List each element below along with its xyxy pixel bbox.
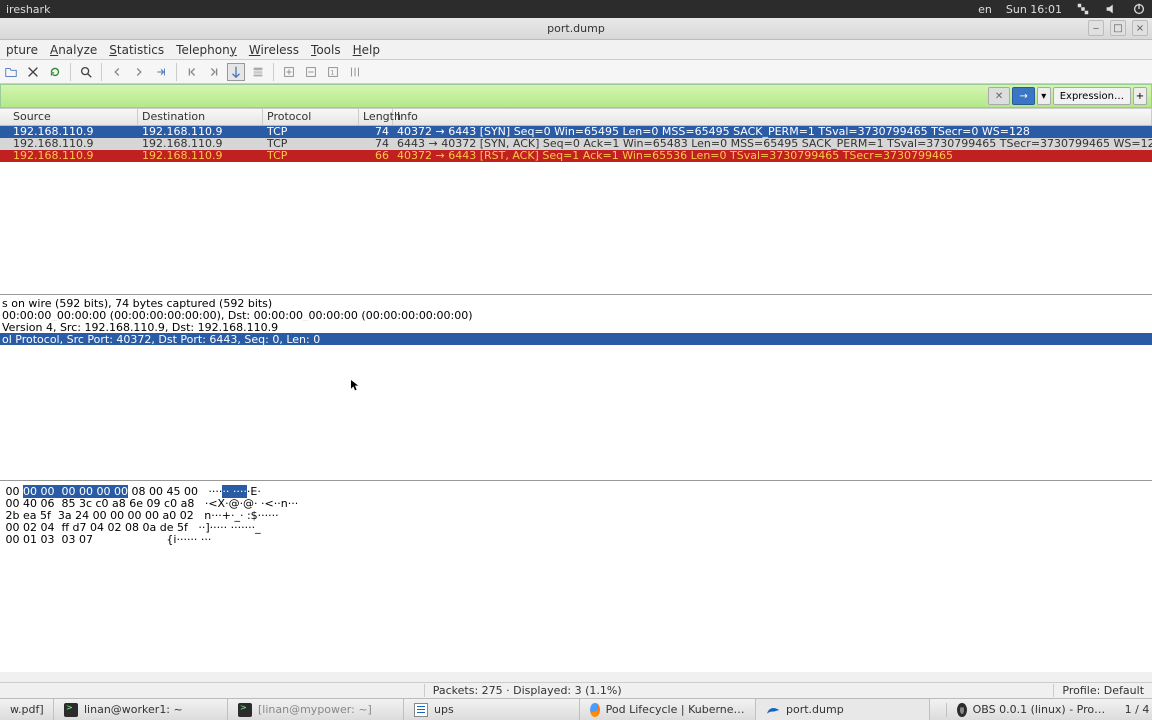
status-packets: Packets: 275 · Displayed: 3 (1.1%)	[424, 684, 630, 697]
menubar: pture Analyze Statistics Telephony Wirel…	[0, 40, 1152, 60]
taskbar-label: port.dump	[786, 703, 844, 716]
hex-line[interactable]: 00 01 03 03 07 {i······ ···	[2, 533, 1150, 545]
toolbar-colorize-button[interactable]	[249, 63, 267, 81]
col-protocol[interactable]: Protocol	[263, 109, 359, 125]
menu-tools[interactable]: Tools	[305, 43, 347, 57]
power-icon[interactable]	[1132, 2, 1146, 16]
toolbar-close-button[interactable]	[24, 63, 42, 81]
taskbar-label: linan@worker1: ~	[84, 703, 183, 716]
toolbar-go-to-button[interactable]	[152, 63, 170, 81]
taskbar-item[interactable]: ups	[404, 699, 580, 720]
taskbar-item[interactable]: port.dump	[756, 699, 930, 720]
window-close-button[interactable]: ×	[1132, 20, 1148, 36]
network-icon[interactable]	[1076, 2, 1090, 16]
hex-line[interactable]: 00 40 06 85 3c c0 a8 6e 09 c0 a8 ·<X·@·@…	[2, 497, 1150, 509]
topbar-lang[interactable]: en	[978, 3, 992, 16]
wireshark-icon	[766, 703, 780, 717]
volume-icon[interactable]	[1104, 2, 1118, 16]
firefox-icon	[590, 703, 600, 717]
hex-line[interactable]: 00 02 04 ff d7 04 02 08 0a de 5f ··]····…	[2, 521, 1150, 533]
expression-button[interactable]: Expression…	[1053, 87, 1131, 105]
obs-icon	[957, 703, 967, 717]
menu-statistics[interactable]: Statistics	[103, 43, 170, 57]
menu-help[interactable]: Help	[347, 43, 386, 57]
packet-bytes-pane[interactable]: 00 00 00 00 00 00 00 08 00 45 00 ······ …	[0, 480, 1152, 672]
apply-filter-button[interactable]: →	[1012, 87, 1034, 105]
col-info[interactable]: Info	[393, 109, 1152, 125]
taskbar-item[interactable]: w.pdf]	[0, 699, 54, 720]
text-file-icon	[414, 703, 428, 717]
menu-analyze[interactable]: Analyze	[44, 43, 103, 57]
toolbar-reload-button[interactable]	[46, 63, 64, 81]
menu-wireless[interactable]: Wireless	[243, 43, 305, 57]
toolbar-autoscroll-button[interactable]	[227, 63, 245, 81]
detail-line-selected[interactable]: ol Protocol, Src Port: 40372, Dst Port: …	[0, 333, 1152, 345]
toolbar-zoom-in-button[interactable]	[280, 63, 298, 81]
packet-row[interactable]: 192.168.110.9 192.168.110.9 TCP 74 40372…	[0, 126, 1152, 138]
status-profile[interactable]: Profile: Default	[1053, 684, 1152, 697]
topbar-app-name[interactable]: ireshark	[6, 3, 50, 16]
detail-line[interactable]: s on wire (592 bits), 74 bytes captured …	[0, 297, 1152, 309]
toolbar-resize-cols-button[interactable]	[346, 63, 364, 81]
col-length[interactable]: Length	[359, 109, 393, 125]
mouse-cursor-icon	[351, 380, 359, 392]
window-title: port.dump	[0, 22, 1152, 35]
terminal-icon	[64, 703, 78, 717]
toolbar-zoom-reset-button[interactable]: 1	[324, 63, 342, 81]
packet-list-header: Source Destination Protocol Length Info	[0, 108, 1152, 126]
hex-line[interactable]: 2b ea 5f 3a 24 00 00 00 00 a0 02 n···+·_…	[2, 509, 1150, 521]
display-filter-input[interactable]	[1, 85, 988, 107]
detail-line[interactable]: 00:00:00_00:00:00 (00:00:00:00:00:00), D…	[0, 309, 1152, 321]
col-destination[interactable]: Destination	[138, 109, 263, 125]
taskbar-item[interactable]: OBS 0.0.1 (linux) - Profile: Untitled …	[946, 703, 1122, 717]
packet-list[interactable]: 192.168.110.9 192.168.110.9 TCP 74 40372…	[0, 126, 1152, 294]
filter-history-dropdown[interactable]: ▾	[1037, 87, 1051, 105]
toolbar-open-button[interactable]	[2, 63, 20, 81]
taskbar-label: [linan@mypower: ~]	[258, 703, 372, 716]
taskbar-item[interactable]: linan@worker1: ~	[54, 699, 228, 720]
status-bar: Packets: 275 · Displayed: 3 (1.1%) Profi…	[0, 682, 1152, 698]
window-titlebar: port.dump ‒ □ ×	[0, 18, 1152, 40]
toolbar-last-button[interactable]	[205, 63, 223, 81]
packet-row[interactable]: 192.168.110.9 192.168.110.9 TCP 66 40372…	[0, 150, 1152, 162]
add-filter-button[interactable]: +	[1133, 87, 1147, 105]
detail-line[interactable]: Version 4, Src: 192.168.110.9, Dst: 192.…	[0, 321, 1152, 333]
svg-text:1: 1	[330, 69, 334, 76]
window-maximize-button[interactable]: □	[1110, 20, 1126, 36]
taskbar-item[interactable]: [linan@mypower: ~]	[228, 699, 404, 720]
menu-telephony[interactable]: Telephony	[170, 43, 243, 57]
toolbar-zoom-out-button[interactable]	[302, 63, 320, 81]
topbar-clock[interactable]: Sun 16:01	[1006, 3, 1062, 16]
terminal-icon	[238, 703, 252, 717]
workspace-indicator[interactable]: 1 / 4	[1122, 703, 1152, 716]
taskbar-label: ups	[434, 703, 454, 716]
toolbar-go-back-button[interactable]	[108, 63, 126, 81]
menu-capture[interactable]: pture	[0, 43, 44, 57]
taskbar-label: Pod Lifecycle | Kubernetes — Mozil…	[606, 703, 745, 716]
window-minimize-button[interactable]: ‒	[1088, 20, 1104, 36]
main-toolbar: 1	[0, 60, 1152, 84]
packet-row[interactable]: 192.168.110.9 192.168.110.9 TCP 74 6443 …	[0, 138, 1152, 150]
toolbar-go-forward-button[interactable]	[130, 63, 148, 81]
toolbar-first-button[interactable]	[183, 63, 201, 81]
hex-line[interactable]: 00 00 00 00 00 00 00 08 00 45 00 ······ …	[2, 485, 1150, 497]
taskbar-label: w.pdf]	[10, 703, 44, 716]
clear-filter-button[interactable]: ✕	[988, 87, 1010, 105]
taskbar-label: OBS 0.0.1 (linux) - Profile: Untitled …	[973, 703, 1112, 716]
packet-details-pane[interactable]: s on wire (592 bits), 74 bytes captured …	[0, 294, 1152, 480]
taskbar: w.pdf] linan@worker1: ~ [linan@mypower: …	[0, 698, 1152, 720]
toolbar-find-button[interactable]	[77, 63, 95, 81]
taskbar-item[interactable]: Pod Lifecycle | Kubernetes — Mozil…	[580, 699, 756, 720]
col-source[interactable]: Source	[0, 109, 138, 125]
display-filter-bar: ✕ → ▾ Expression… +	[0, 84, 1152, 108]
gnome-topbar: ireshark en Sun 16:01	[0, 0, 1152, 18]
